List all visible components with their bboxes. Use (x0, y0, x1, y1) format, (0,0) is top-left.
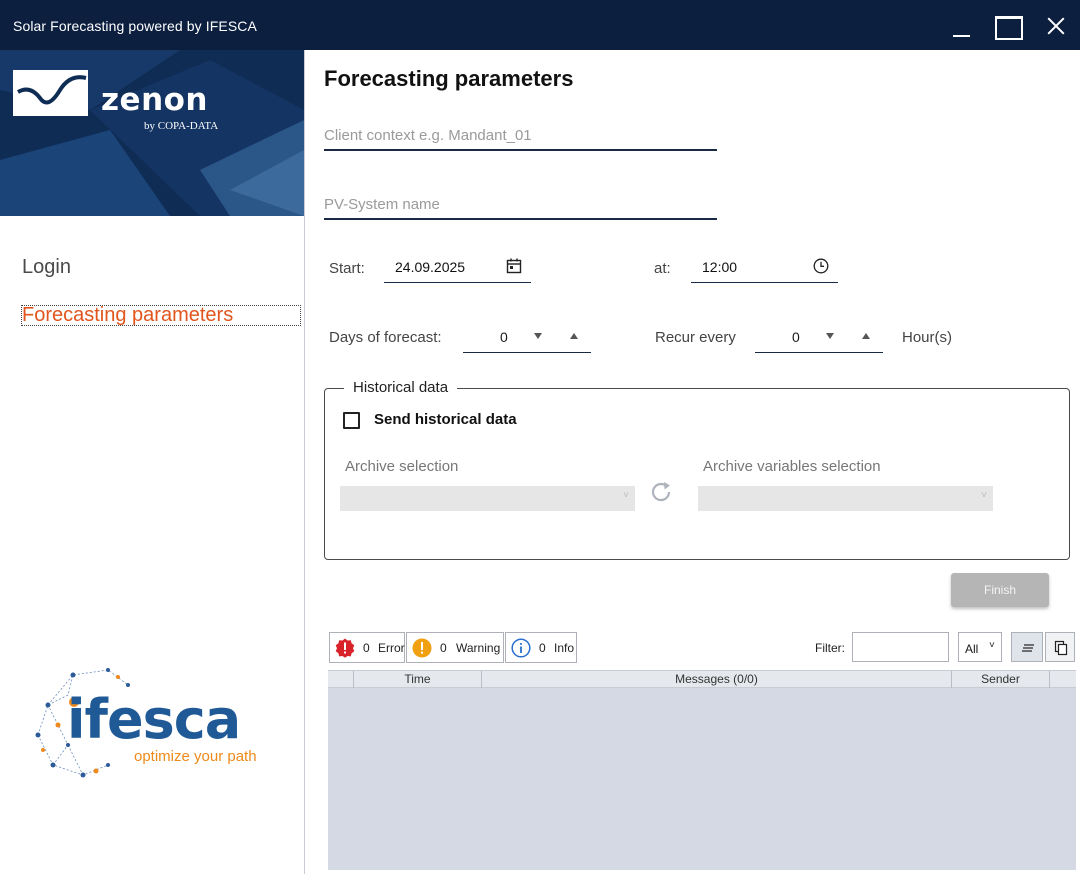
sidebar-item-login[interactable]: Login (22, 256, 71, 279)
warning-icon (412, 638, 432, 658)
at-label: at: (654, 260, 671, 277)
zenon-banner: zenon by COPA-DATA (0, 50, 304, 216)
ifesca-tagline: optimize your path (134, 748, 257, 765)
copy-icon (1054, 640, 1068, 656)
warning-label: Warning (456, 641, 501, 655)
finish-button[interactable]: Finish (951, 573, 1049, 607)
info-icon (511, 638, 531, 658)
minimize-button[interactable] (946, 10, 978, 42)
ifesca-logo: ifesca (67, 688, 241, 751)
days-of-forecast-label: Days of forecast: (329, 329, 442, 346)
start-date-value: 24.09.2025 (395, 259, 466, 275)
filter-label: Filter: (815, 641, 845, 655)
refresh-icon[interactable] (648, 479, 674, 505)
wrap-text-button[interactable] (1011, 632, 1043, 662)
historical-data-legend: Historical data (344, 379, 458, 396)
archive-selection-label: Archive selection (345, 458, 459, 475)
sender-column-header[interactable]: Sender (952, 671, 1050, 688)
window-title: Solar Forecasting powered by IFESCA (13, 18, 257, 34)
clock-icon[interactable] (812, 257, 830, 275)
banner-pattern (0, 50, 304, 216)
error-icon (335, 638, 355, 658)
sidebar-item-forecasting-parameters[interactable]: Forecasting parameters (21, 305, 301, 326)
messages-table-header: Time Messages (0/0) Sender (328, 670, 1076, 688)
start-time-picker[interactable]: 12:00 (691, 251, 838, 283)
vendor-label: by COPA-DATA (144, 120, 219, 132)
info-filter-button[interactable]: 0 Info (505, 632, 577, 663)
increment-arrow-icon[interactable] (859, 331, 873, 343)
messages-table-body (328, 688, 1076, 870)
filter-level-dropdown[interactable]: All ˅ (958, 632, 1002, 662)
filter-input[interactable] (852, 632, 949, 662)
close-button[interactable] (1040, 10, 1072, 42)
decrement-arrow-icon[interactable] (823, 331, 837, 343)
wrap-text-icon (1022, 644, 1034, 652)
recur-every-label: Recur every (655, 329, 736, 346)
copy-button[interactable] (1045, 632, 1075, 662)
decrement-arrow-icon[interactable] (531, 331, 545, 343)
zenon-logo: zenon (101, 82, 209, 118)
info-label: Info (554, 641, 575, 655)
recur-every-value: 0 (792, 329, 800, 345)
warning-filter-button[interactable]: 0 Warning (406, 632, 504, 663)
error-label: Error (378, 641, 405, 655)
chevron-down-icon: ˅ (989, 640, 995, 651)
recur-every-stepper[interactable]: 0 (755, 321, 883, 353)
hours-unit-label: Hour(s) (902, 329, 953, 346)
page-title: Forecasting parameters (324, 66, 574, 91)
select-column-header[interactable] (328, 671, 354, 688)
error-count: 0 (363, 641, 370, 655)
archive-selection-dropdown[interactable] (340, 486, 635, 511)
send-historical-data-checkbox[interactable] (343, 412, 360, 429)
start-date-picker[interactable]: 24.09.2025 (384, 251, 531, 283)
archive-variables-selection-dropdown[interactable] (698, 486, 993, 511)
archive-variables-selection-label: Archive variables selection (703, 458, 881, 475)
days-of-forecast-value: 0 (500, 329, 508, 345)
error-filter-button[interactable]: 0 Error (329, 632, 405, 663)
warning-count: 0 (440, 641, 447, 655)
client-context-input[interactable] (324, 121, 717, 151)
messages-column-header[interactable]: Messages (0/0) (482, 671, 952, 688)
time-column-header[interactable]: Time (354, 671, 482, 688)
pv-system-name-input[interactable] (324, 190, 717, 220)
days-of-forecast-stepper[interactable]: 0 (463, 321, 591, 353)
calendar-icon[interactable] (505, 257, 523, 275)
filter-level-value: All (965, 642, 979, 656)
info-count: 0 (539, 641, 546, 655)
send-historical-data-label[interactable]: Send historical data (374, 411, 517, 428)
title-bar: Solar Forecasting powered by IFESCA (0, 0, 1080, 50)
start-label: Start: (329, 260, 365, 277)
start-time-value: 12:00 (702, 259, 738, 275)
increment-arrow-icon[interactable] (567, 331, 581, 343)
maximize-button[interactable] (992, 10, 1024, 42)
